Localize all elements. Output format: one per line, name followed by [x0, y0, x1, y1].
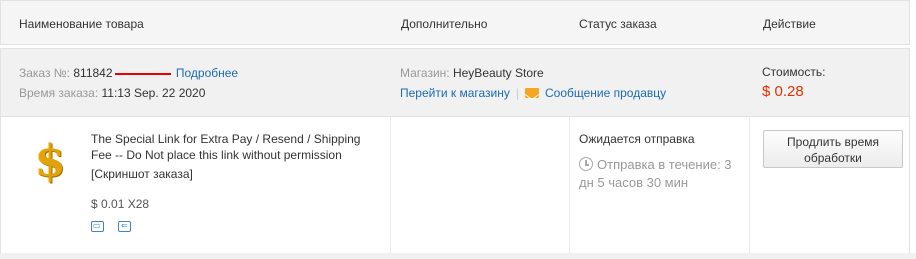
shipping-timer: Отправка в течение: 3 дн 5 часов 30 мин [579, 156, 749, 192]
envelope-icon[interactable] [525, 88, 539, 98]
table-header: Наименование товара Дополнительно Статус… [0, 0, 910, 45]
order-screenshot-link[interactable]: [Скриншот заказа] [91, 167, 193, 181]
store-links: Перейти к магазину | Сообщение продавцу [400, 86, 666, 100]
delivery-truck-icon[interactable]: ▭ [91, 221, 104, 232]
order-details-link[interactable]: Подробнее [176, 66, 238, 80]
product-row: $ The Special Link for Extra Pay / Resen… [0, 117, 910, 253]
order-status-text: Ожидается отправка [579, 132, 695, 146]
dollar-icon[interactable]: $ [35, 137, 66, 187]
order-number: Заказ №: 811842 Подробнее [19, 66, 238, 80]
shipping-timer-text: Отправка в течение: 3 дн 5 часов 30 мин [579, 157, 732, 190]
redaction-mark [114, 72, 171, 75]
order-time-value: 11:13 Sep. 22 2020 [101, 86, 206, 100]
header-order-status: Статус заказа [579, 17, 657, 31]
product-price-quantity: $ 0.01 X28 [91, 197, 150, 211]
bottom-band [0, 253, 916, 259]
header-product-name: Наименование товара [19, 17, 144, 31]
order-number-value: 811842 [73, 66, 113, 80]
cost-label: Стоимость: [762, 65, 826, 79]
order-info-row: Заказ №: 811842 Подробнее Время заказа: … [0, 48, 910, 117]
extend-processing-time-button[interactable]: Продлить время обработки [763, 130, 903, 168]
column-divider [390, 117, 391, 253]
store-name: HeyBeauty Store [452, 66, 544, 80]
column-divider [569, 117, 570, 253]
link-separator: | [515, 86, 519, 100]
store-label: Магазин: [400, 66, 450, 80]
order-time-label: Время заказа: [19, 86, 99, 100]
header-additional: Дополнительно [401, 17, 488, 31]
go-to-store-link[interactable]: Перейти к магазину [400, 86, 510, 100]
clock-icon [579, 157, 593, 171]
message-seller-link[interactable]: Сообщение продавцу [545, 86, 666, 100]
header-action: Действие [763, 17, 816, 31]
store-info: Магазин: HeyBeauty Store [400, 66, 544, 80]
column-divider [749, 117, 750, 253]
order-time: Время заказа: 11:13 Sep. 22 2020 [19, 86, 205, 100]
return-arrow-icon[interactable]: ⇐ [118, 221, 131, 232]
cost-value: $ 0.28 [762, 83, 804, 100]
product-title[interactable]: The Special Link for Extra Pay / Resend … [91, 131, 381, 163]
order-number-label: Заказ №: [19, 66, 71, 80]
